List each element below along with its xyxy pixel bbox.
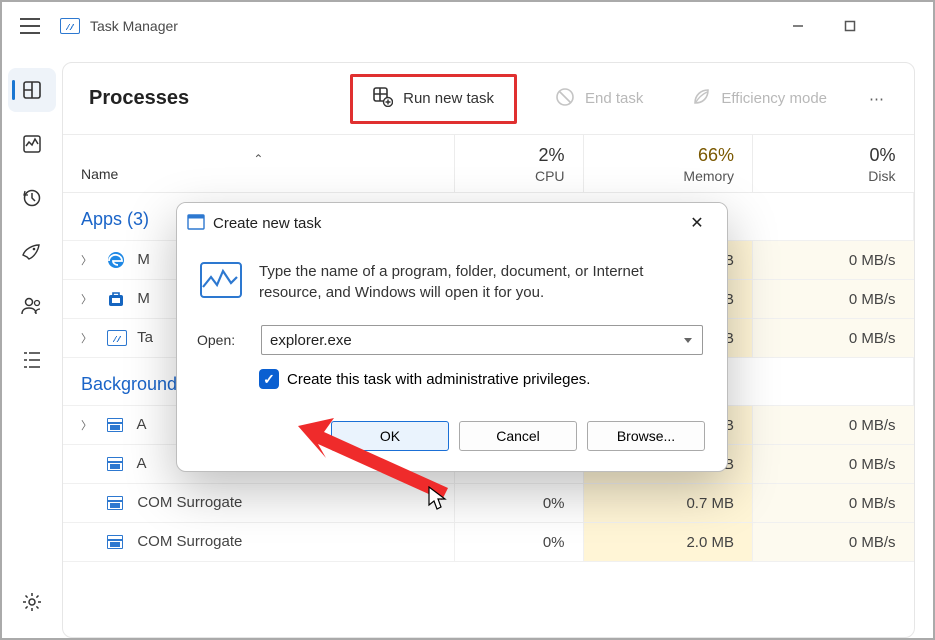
expand-icon[interactable]: 〉: [81, 252, 95, 268]
sort-ascending-icon: ⌃: [81, 148, 436, 166]
window-icon: [107, 494, 125, 512]
dialog-title: Create new task: [213, 215, 321, 232]
sidebar-item-details[interactable]: [8, 338, 56, 382]
dialog-icon: [187, 214, 205, 233]
sidebar-item-startup[interactable]: [8, 230, 56, 274]
efficiency-mode-label: Efficiency mode: [721, 90, 827, 107]
sidebar: [2, 50, 62, 638]
sidebar-item-settings[interactable]: [8, 580, 56, 624]
end-task-icon: [555, 87, 575, 111]
sidebar-item-processes[interactable]: [8, 68, 56, 112]
task-manager-icon: [107, 329, 125, 347]
titlebar: Task Manager ✕: [2, 2, 933, 50]
app-title: Task Manager: [90, 18, 178, 34]
window-icon: [107, 416, 125, 434]
sidebar-item-users[interactable]: [8, 284, 56, 328]
window-icon: [107, 533, 125, 551]
program-icon: [197, 261, 245, 301]
maximize-button[interactable]: [827, 8, 873, 44]
admin-privileges-label: Create this task with administrative pri…: [287, 371, 590, 388]
table-row[interactable]: 〉 COM Surrogate 0% 2.0 MB 0 MB/s: [63, 523, 914, 562]
run-new-task-button[interactable]: Run new task: [350, 74, 517, 124]
open-value: explorer.exe: [270, 332, 352, 349]
expand-icon[interactable]: 〉: [81, 330, 95, 346]
window-icon: [107, 455, 125, 473]
app-icon: [56, 14, 84, 38]
ok-button[interactable]: OK: [331, 421, 449, 451]
store-icon: [107, 290, 125, 308]
expand-icon[interactable]: 〉: [81, 291, 95, 307]
minimize-button[interactable]: [775, 8, 821, 44]
efficiency-mode-button[interactable]: Efficiency mode: [681, 81, 837, 117]
dialog-description: Type the name of a program, folder, docu…: [259, 261, 703, 303]
col-name[interactable]: ⌃ Name: [63, 135, 454, 193]
cancel-button[interactable]: Cancel: [459, 421, 577, 451]
col-cpu[interactable]: 2% CPU: [454, 135, 583, 193]
expand-icon[interactable]: 〉: [81, 417, 95, 433]
open-label: Open:: [197, 332, 247, 348]
toolbar-overflow-button[interactable]: ⋯: [865, 84, 888, 114]
sidebar-item-performance[interactable]: [8, 122, 56, 166]
col-memory[interactable]: 66% Memory: [583, 135, 752, 193]
run-new-task-label: Run new task: [403, 90, 494, 107]
table-row[interactable]: 〉 COM Surrogate 0% 0.7 MB 0 MB/s: [63, 484, 914, 523]
hamburger-menu-button[interactable]: [10, 8, 50, 44]
edge-icon: [107, 251, 125, 269]
dialog-close-button[interactable]: ✕: [677, 208, 717, 238]
open-combobox[interactable]: explorer.exe: [261, 325, 703, 355]
create-new-task-dialog: Create new task ✕ Type the name of a pro…: [176, 202, 728, 472]
admin-privileges-checkbox[interactable]: ✓: [259, 369, 279, 389]
end-task-button[interactable]: End task: [545, 81, 653, 117]
sidebar-item-history[interactable]: [8, 176, 56, 220]
col-disk[interactable]: 0% Disk: [752, 135, 913, 193]
browse-button[interactable]: Browse...: [587, 421, 705, 451]
run-task-icon: [373, 87, 393, 111]
page-title: Processes: [89, 87, 189, 110]
leaf-icon: [691, 87, 711, 111]
end-task-label: End task: [585, 90, 643, 107]
dialog-titlebar[interactable]: Create new task ✕: [177, 203, 727, 243]
card-toolbar: Processes Run new task End task: [63, 63, 914, 135]
